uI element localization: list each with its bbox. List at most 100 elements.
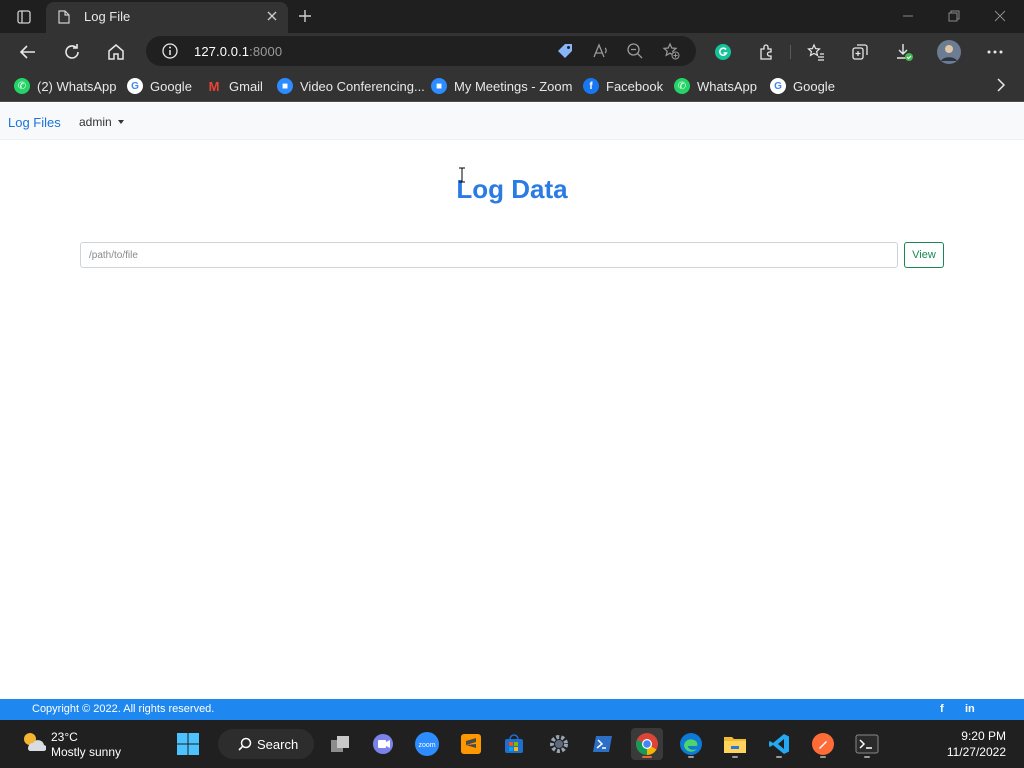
downloads-icon[interactable] <box>892 40 916 64</box>
site-info-icon[interactable] <box>162 43 178 64</box>
read-aloud-icon[interactable] <box>592 42 610 60</box>
settings-gear-icon[interactable] <box>543 728 575 760</box>
close-window-icon[interactable] <box>990 6 1010 26</box>
app-navbar: Log Files admin <box>0 103 1024 140</box>
caret-down-icon <box>117 120 124 124</box>
running-indicator <box>820 756 826 758</box>
browser-tab[interactable]: Log File <box>46 2 288 33</box>
edge-icon[interactable] <box>675 728 707 760</box>
refresh-icon[interactable] <box>60 40 84 64</box>
zoom-app-icon[interactable]: zoom <box>411 728 443 760</box>
facebook-icon: f <box>583 78 599 94</box>
bookmark-label: Facebook <box>606 78 664 94</box>
bookmark-label: WhatsApp <box>697 78 757 94</box>
close-tab-icon[interactable] <box>266 9 278 27</box>
system-clock[interactable]: 9:20 PM 11/27/2022 <box>947 728 1006 760</box>
text-cursor-icon <box>459 167 465 183</box>
weather-condition: Mostly sunny <box>51 745 122 759</box>
google-icon: G <box>127 78 143 94</box>
extensions-icon[interactable] <box>755 40 779 64</box>
google-icon: G <box>770 78 786 94</box>
search-icon <box>238 737 252 751</box>
bookmark-whatsapp-2[interactable]: ✆ WhatsApp <box>674 76 757 96</box>
address-toolbar: 127.0.0.1:8000 <box>0 33 1024 70</box>
page-title: Log Data <box>456 174 568 204</box>
zoom-out-icon[interactable] <box>626 42 644 60</box>
powershell-icon[interactable] <box>587 728 619 760</box>
bookmark-whatsapp-1[interactable]: ✆ (2) WhatsApp <box>14 76 116 96</box>
clock-date: 11/27/2022 <box>946 745 1006 759</box>
bookmark-google-1[interactable]: G Google <box>127 76 192 96</box>
bookmark-facebook[interactable]: f Facebook <box>583 76 663 96</box>
url-port: :8000 <box>249 44 283 59</box>
chrome-icon[interactable] <box>631 728 663 760</box>
add-favorite-icon[interactable] <box>662 42 680 60</box>
taskbar-search[interactable]: Search <box>218 729 314 759</box>
gmail-icon: M <box>208 78 220 94</box>
bookmark-label: (2) WhatsApp <box>37 78 117 94</box>
url-host: 127.0.0.1 <box>194 44 250 59</box>
toolbar-divider <box>790 45 791 59</box>
address-bar[interactable]: 127.0.0.1:8000 <box>146 36 696 66</box>
minimize-icon[interactable] <box>898 6 918 26</box>
url-text: 127.0.0.1:8000 <box>194 44 282 59</box>
teams-chat-icon[interactable] <box>367 728 399 760</box>
running-indicator <box>732 756 738 758</box>
zoom-icon: ■ <box>431 78 447 94</box>
profile-avatar[interactable] <box>937 40 961 64</box>
bookmark-label: Google <box>793 78 835 94</box>
collections-icon[interactable] <box>848 40 872 64</box>
path-input[interactable] <box>80 242 898 268</box>
terminal-icon[interactable] <box>851 728 883 760</box>
search-label: Search <box>257 736 299 752</box>
sublime-text-icon[interactable] <box>455 728 487 760</box>
restore-icon[interactable] <box>944 6 964 26</box>
chevron-right-icon[interactable] <box>996 78 1006 97</box>
page-footer: Copyright © 2022. All rights reserved. f… <box>0 699 1024 720</box>
bookmarks-bar: ✆ (2) WhatsApp G Google M Gmail ■ Video … <box>0 70 1024 102</box>
svg-text:zoom: zoom <box>418 742 435 749</box>
bookmark-google-2[interactable]: G Google <box>770 76 835 96</box>
bookmark-label: Google <box>150 78 192 94</box>
user-dropdown[interactable]: admin <box>79 115 124 129</box>
copyright-text: Copyright © 2022. All rights reserved. <box>32 703 215 715</box>
weather-temperature: 23°C <box>51 730 78 744</box>
browser-tab-strip: Log File <box>0 0 1024 33</box>
more-options-icon[interactable] <box>983 40 1007 64</box>
windows-taskbar: 23°C Mostly sunny Search zoom 9:20 PM 11… <box>0 720 1024 768</box>
bookmark-gmail[interactable]: M Gmail <box>206 76 263 96</box>
running-indicator <box>688 756 694 758</box>
home-icon[interactable] <box>104 40 128 64</box>
vscode-icon[interactable] <box>763 728 795 760</box>
task-view-icon[interactable] <box>324 728 356 760</box>
file-explorer-icon[interactable] <box>719 728 751 760</box>
bookmark-video-conferencing[interactable]: ■ Video Conferencing... <box>277 76 425 96</box>
clock-time: 9:20 PM <box>961 729 1006 743</box>
bookmark-label: Gmail <box>229 78 263 94</box>
zoom-icon: ■ <box>277 78 293 94</box>
back-icon[interactable] <box>16 40 40 64</box>
bookmark-my-meetings-zoom[interactable]: ■ My Meetings - Zoom <box>431 76 572 96</box>
favorites-icon[interactable] <box>804 40 828 64</box>
tag-icon[interactable] <box>556 42 574 60</box>
running-indicator <box>776 756 782 758</box>
tab-actions-icon[interactable] <box>10 7 38 27</box>
weather-sunny-icon <box>24 733 47 752</box>
bookmark-label: My Meetings - Zoom <box>454 78 573 94</box>
tab-title: Log File <box>84 9 131 24</box>
weather-widget[interactable]: 23°C Mostly sunny <box>20 728 121 759</box>
microsoft-store-icon[interactable] <box>498 728 530 760</box>
new-tab-icon[interactable] <box>294 5 316 27</box>
brand-link[interactable]: Log Files <box>8 115 61 130</box>
view-button[interactable]: View <box>904 242 944 268</box>
linkedin-link-icon[interactable]: in <box>965 703 975 715</box>
active-indicator <box>642 756 652 758</box>
page-icon <box>58 10 70 29</box>
grammarly-icon[interactable] <box>711 40 735 64</box>
user-dropdown-label: admin <box>79 115 112 129</box>
facebook-link-icon[interactable]: f <box>940 703 944 715</box>
whatsapp-icon: ✆ <box>674 78 690 94</box>
start-button[interactable] <box>172 728 204 760</box>
postman-icon[interactable] <box>807 728 839 760</box>
bookmark-label: Video Conferencing... <box>300 78 425 94</box>
